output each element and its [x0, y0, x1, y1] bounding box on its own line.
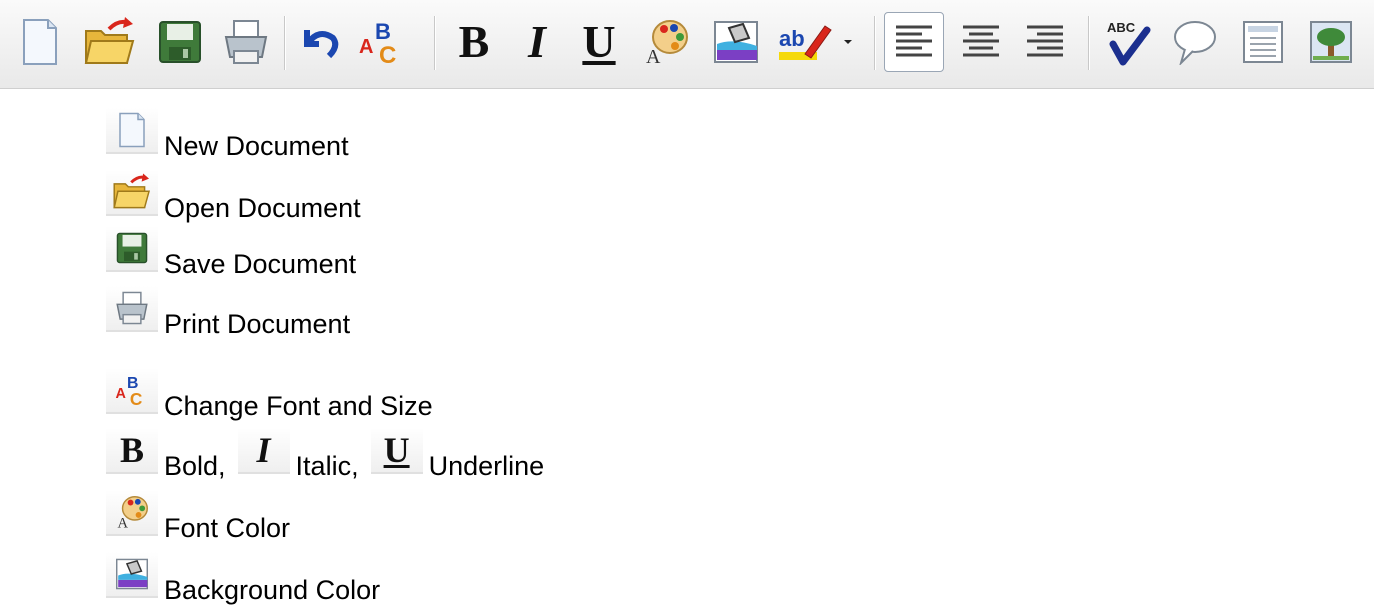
bold-icon-box: B — [106, 428, 158, 474]
legend-label: Change Font and Size — [164, 391, 433, 421]
bold-button[interactable]: B — [446, 12, 502, 72]
italic-button[interactable]: I — [512, 12, 562, 72]
chevron-down-icon — [844, 40, 852, 44]
bold-icon: B — [458, 16, 490, 67]
change-font-size-button[interactable]: A B C — [352, 12, 412, 72]
font-color-icon-box: A — [106, 490, 158, 536]
change-font-icon-box: A B C — [106, 368, 158, 414]
italic-icon: I — [528, 16, 546, 67]
italic-icon-box: I — [237, 428, 290, 474]
highlight-dropdown-button[interactable] — [838, 12, 858, 72]
underline-icon: U — [383, 430, 410, 470]
legend-item-font: A B C Change Font and Size — [106, 368, 433, 420]
legend-item-font-color: A Font Color — [106, 490, 290, 542]
svg-text:A: A — [115, 386, 126, 402]
open-document-button[interactable] — [80, 12, 140, 72]
comment-button[interactable] — [1166, 12, 1224, 72]
formatting-toolbar: A B C B I U A ab ABC — [0, 0, 1374, 89]
legend-label: Background Color — [164, 575, 381, 605]
paint-bucket-icon — [116, 558, 148, 590]
save-document-icon-box — [106, 226, 158, 272]
align-left-button[interactable] — [884, 12, 944, 72]
svg-text:ab: ab — [779, 26, 805, 51]
undo-button[interactable] — [294, 12, 344, 72]
blank-page-icon — [23, 19, 57, 65]
legend-item-open: Open Document — [106, 170, 361, 222]
tree-image-icon — [1310, 21, 1352, 63]
svg-text:A: A — [646, 46, 661, 65]
font-color-button[interactable]: A — [638, 12, 694, 72]
folder-arrow-icon — [84, 17, 135, 64]
legend-label: Font Color — [164, 513, 291, 543]
legend-label: Save Document — [164, 249, 357, 279]
new-document-icon-box — [106, 108, 158, 154]
toolbar-separator — [434, 16, 436, 70]
speech-bubble-icon — [1174, 21, 1216, 65]
svg-text:C: C — [130, 389, 142, 407]
legend-label: New Document — [164, 131, 349, 161]
floppy-disk-icon — [159, 21, 201, 63]
svg-text:ABC: ABC — [1107, 20, 1136, 35]
highlight-button[interactable]: ab — [776, 12, 836, 72]
open-document-icon-box — [106, 170, 158, 216]
legend-item-save: Save Document — [106, 226, 356, 278]
printer-icon — [224, 20, 268, 64]
abc-check-icon: ABC — [1107, 20, 1151, 66]
folder-arrow-icon — [113, 173, 151, 209]
highlighter-icon: ab — [779, 25, 832, 60]
palette-icon: A — [646, 20, 688, 65]
legend-label-bold: Bold, — [164, 451, 226, 481]
align-right-icon — [1027, 25, 1063, 57]
underline-icon-box: U — [370, 428, 423, 474]
toolbar-separator — [874, 16, 876, 70]
abc-font-icon: A B C — [115, 375, 142, 407]
legend-item-text-style: B Bold, I Italic, U Underline — [106, 428, 544, 480]
legend-label: Open Document — [164, 193, 361, 223]
page-view-button[interactable] — [1234, 12, 1292, 72]
svg-text:A: A — [359, 36, 373, 58]
svg-text:B: B — [375, 19, 391, 44]
floppy-disk-icon — [116, 232, 148, 264]
legend-label-italic: Italic, — [295, 451, 359, 481]
print-document-button[interactable] — [218, 12, 274, 72]
save-document-button[interactable] — [152, 12, 208, 72]
align-center-icon — [963, 25, 999, 57]
legend-item-print: Print Document — [106, 286, 350, 338]
spell-check-button[interactable]: ABC — [1098, 12, 1156, 72]
svg-text:C: C — [379, 42, 396, 65]
printer-icon — [116, 291, 148, 325]
toolbar-separator — [1088, 16, 1090, 70]
underline-button[interactable]: U — [572, 12, 626, 72]
paint-bucket-icon — [714, 21, 758, 63]
svg-text:A: A — [117, 515, 128, 529]
toolbar-separator — [284, 16, 286, 70]
background-color-icon-box — [106, 552, 158, 598]
background-color-button[interactable] — [708, 12, 764, 72]
new-document-button[interactable] — [14, 12, 66, 72]
legend-item-new: New Document — [106, 108, 349, 160]
document-view-icon — [1243, 21, 1283, 63]
legend-label-underline: Underline — [428, 451, 545, 481]
bold-icon: B — [119, 430, 144, 470]
undo-arrow-icon — [304, 30, 339, 59]
abc-font-icon: A B C — [359, 19, 396, 65]
palette-icon: A — [117, 495, 148, 529]
align-left-icon — [896, 25, 932, 57]
italic-icon: I — [256, 430, 271, 470]
insert-image-button[interactable] — [1302, 12, 1360, 72]
legend-item-background-color: Background Color — [106, 552, 380, 604]
align-right-button[interactable] — [1016, 12, 1074, 72]
blank-page-icon — [119, 112, 145, 148]
print-document-icon-box — [106, 286, 158, 332]
legend-label: Print Document — [164, 309, 351, 339]
align-center-button[interactable] — [952, 12, 1010, 72]
underline-icon: U — [582, 16, 616, 67]
